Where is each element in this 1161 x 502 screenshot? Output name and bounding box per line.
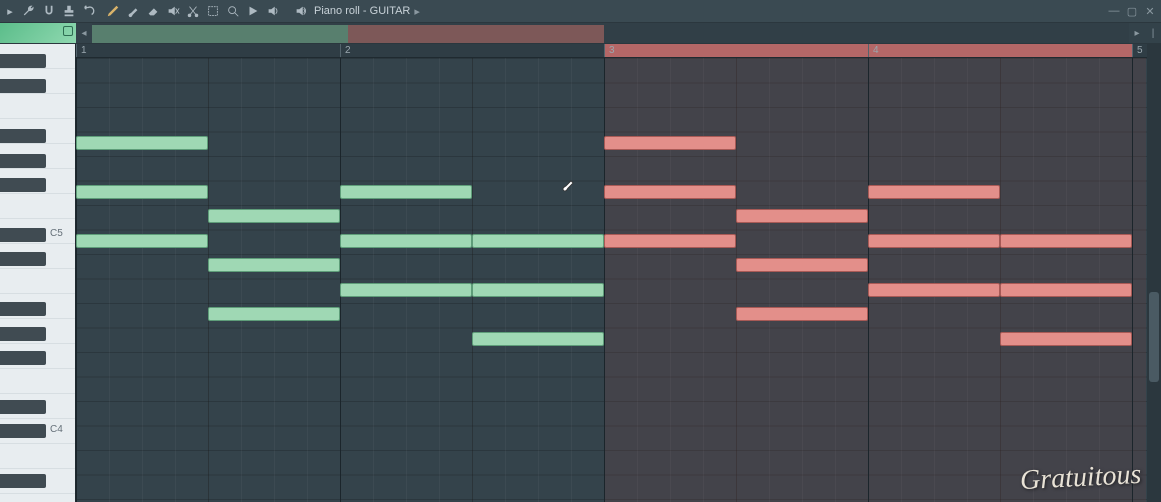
- window-title[interactable]: Piano roll - GUITAR: [314, 5, 410, 17]
- midi-note[interactable]: [76, 234, 208, 248]
- overview-nav-right[interactable]: ▸: [1129, 23, 1145, 43]
- zoom-icon[interactable]: [226, 4, 240, 18]
- black-key[interactable]: [0, 474, 46, 488]
- minimize-button[interactable]: —: [1107, 4, 1121, 18]
- bar-marker[interactable]: 5: [1132, 44, 1143, 57]
- overview-nav-left[interactable]: ◂: [76, 23, 92, 43]
- timeline-ruler[interactable]: 1 2 3 4 5: [76, 44, 1147, 58]
- black-key[interactable]: [0, 228, 46, 242]
- brush-icon[interactable]: [126, 4, 140, 18]
- midi-note[interactable]: [1000, 283, 1132, 297]
- eraser-icon[interactable]: [146, 4, 160, 18]
- black-key[interactable]: [0, 79, 46, 93]
- overview-strip: ◂ ▸ |: [0, 22, 1161, 44]
- close-button[interactable]: ✕: [1143, 4, 1157, 18]
- minimap-segment[interactable]: [348, 25, 412, 43]
- minimap-segment[interactable]: [540, 25, 604, 43]
- black-key[interactable]: [0, 327, 46, 341]
- midi-note[interactable]: [736, 209, 868, 223]
- midi-note[interactable]: [1000, 234, 1132, 248]
- note-grid[interactable]: [76, 58, 1147, 502]
- menu-arrow-icon[interactable]: ▸: [4, 5, 16, 17]
- toolbar: ▸: [0, 0, 1161, 22]
- select-icon[interactable]: [206, 4, 220, 18]
- bar-line: [868, 58, 869, 502]
- bar-line: [76, 58, 77, 502]
- vertical-scrollbar[interactable]: [1147, 44, 1161, 502]
- minimap-segment[interactable]: [476, 25, 540, 43]
- bar-marker[interactable]: 1: [76, 44, 87, 57]
- bar-marker[interactable]: 3: [604, 44, 615, 57]
- title-dropdown-icon[interactable]: ▸: [414, 5, 420, 18]
- black-key[interactable]: [0, 302, 46, 316]
- midi-note[interactable]: [472, 283, 604, 297]
- midi-note[interactable]: [604, 185, 736, 199]
- midi-note[interactable]: [208, 307, 340, 321]
- key-label: C5: [50, 228, 74, 239]
- magnet-icon[interactable]: [42, 4, 56, 18]
- bar-marker[interactable]: 2: [340, 44, 351, 57]
- midi-note[interactable]: [472, 332, 604, 346]
- minimap-segment[interactable]: [92, 25, 156, 43]
- overview-corner[interactable]: [0, 23, 76, 43]
- black-key[interactable]: [0, 252, 46, 266]
- overview-nav-end[interactable]: |: [1145, 23, 1161, 43]
- wrench-icon[interactable]: [22, 4, 36, 18]
- selection-region: [604, 58, 1146, 502]
- vertical-scroll-thumb[interactable]: [1149, 292, 1159, 382]
- cut-icon[interactable]: [186, 4, 200, 18]
- piano-keys[interactable]: C5 C4: [0, 44, 76, 502]
- midi-note[interactable]: [340, 185, 472, 199]
- tool-group-tools: [106, 4, 280, 18]
- midi-note[interactable]: [208, 209, 340, 223]
- midi-note[interactable]: [76, 136, 208, 150]
- bar-line: [340, 58, 341, 502]
- midi-note[interactable]: [736, 307, 868, 321]
- midi-note[interactable]: [1000, 332, 1132, 346]
- midi-note[interactable]: [736, 258, 868, 272]
- speaker2-icon[interactable]: [294, 4, 308, 18]
- bar-line: [1132, 58, 1133, 502]
- bar-marker[interactable]: 4: [868, 44, 879, 57]
- key-label: C4: [50, 424, 74, 435]
- midi-note[interactable]: [868, 234, 1000, 248]
- mute-icon[interactable]: [166, 4, 180, 18]
- overview-track[interactable]: [92, 23, 1129, 43]
- black-key[interactable]: [0, 129, 46, 143]
- black-key[interactable]: [0, 400, 46, 414]
- black-key[interactable]: [0, 424, 46, 438]
- black-key[interactable]: [0, 351, 46, 365]
- play-icon[interactable]: [246, 4, 260, 18]
- midi-note[interactable]: [604, 234, 736, 248]
- grid-wrap: 1 2 3 4 5: [76, 44, 1147, 502]
- minimap-segment[interactable]: [412, 25, 476, 43]
- undo-icon[interactable]: [82, 4, 96, 18]
- midi-note[interactable]: [868, 185, 1000, 199]
- midi-note[interactable]: [604, 136, 736, 150]
- stamp-icon[interactable]: [62, 4, 76, 18]
- speaker-icon[interactable]: [266, 4, 280, 18]
- midi-note[interactable]: [76, 185, 208, 199]
- midi-note[interactable]: [868, 283, 1000, 297]
- tool-group-edit: [22, 4, 96, 18]
- midi-note[interactable]: [340, 283, 472, 297]
- window-controls: — ▢ ✕: [1107, 0, 1157, 22]
- maximize-button[interactable]: ▢: [1125, 4, 1139, 18]
- minimap-segment[interactable]: [284, 25, 348, 43]
- midi-note[interactable]: [340, 234, 472, 248]
- black-key[interactable]: [0, 178, 46, 192]
- minimap-segment[interactable]: [156, 25, 220, 43]
- black-key[interactable]: [0, 54, 46, 68]
- midi-note[interactable]: [472, 234, 604, 248]
- midi-note[interactable]: [208, 258, 340, 272]
- main-area: C5 C4 1 2 3 4 5: [0, 44, 1161, 502]
- bar-line: [604, 58, 605, 502]
- pencil-icon[interactable]: [106, 4, 120, 18]
- black-key[interactable]: [0, 154, 46, 168]
- minimap-segment[interactable]: [220, 25, 284, 43]
